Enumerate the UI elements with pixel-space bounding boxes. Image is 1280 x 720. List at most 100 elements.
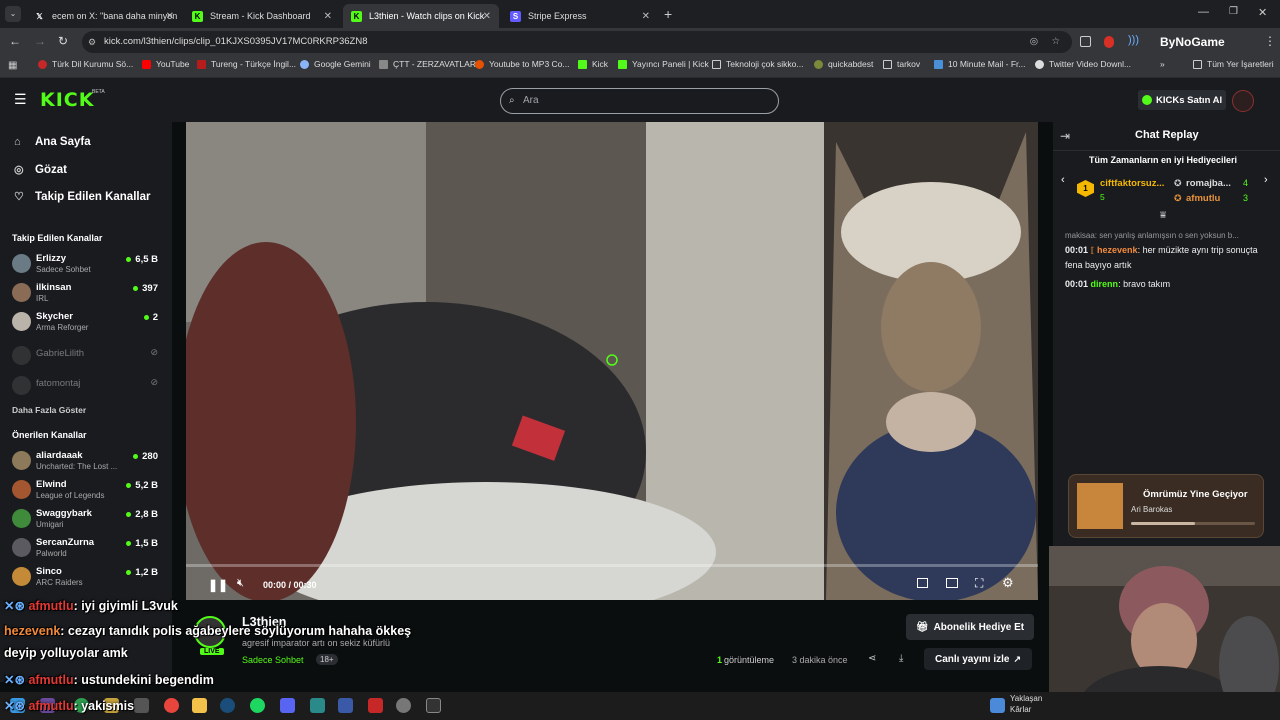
bookmark[interactable]: ÇTT - ZERZAVATLAR (379, 59, 476, 69)
bookmark[interactable]: quickabdest (814, 59, 873, 69)
extension-wave-icon[interactable]: ))) (1128, 34, 1139, 46)
recommended-channel[interactable]: SercanZurna Palworld 1,5 B (12, 536, 162, 562)
bookmark[interactable]: Twitter Video Downl... (1035, 59, 1131, 69)
url-text: kick.com/l3thien/clips/clip_01KJXS0395JV… (104, 36, 368, 47)
new-tab-button[interactable]: + (664, 6, 672, 22)
followed-channel[interactable]: Skycher Arma Reforger 2 (12, 310, 162, 336)
prev-arrow-icon[interactable]: ‹ (1061, 174, 1065, 186)
theater-mode-icon[interactable] (946, 578, 958, 588)
followed-channel[interactable]: Erlizzy Sadece Sohbet 6,5 B (12, 252, 162, 278)
recommended-channel[interactable]: Swaggybark Umigari 2,8 B (12, 507, 162, 533)
close-tab-icon[interactable]: ✕ (483, 11, 491, 22)
tab-kick-clips[interactable]: K L3thien - Watch clips on Kick ✕ (343, 4, 499, 28)
bookmark[interactable]: Tureng - Türkçe İngil... (197, 59, 296, 69)
next-arrow-icon[interactable]: › (1264, 174, 1268, 186)
recommended-channel[interactable]: Elwind League of Legends 5,2 B (12, 478, 162, 504)
gift-sub-button[interactable]: 🎁︎ Abonelik Hediye Et (906, 614, 1034, 640)
taskbar-app-icon[interactable] (396, 698, 411, 713)
close-tab-icon[interactable]: ✕ (324, 11, 332, 22)
clip-icon[interactable] (917, 578, 928, 588)
maximize-button[interactable]: ❐ (1229, 6, 1238, 17)
kick-logo[interactable]: KICK (40, 89, 94, 111)
forward-icon[interactable]: → (34, 34, 46, 48)
pause-icon[interactable]: ❚❚ (208, 578, 228, 592)
watch-live-button[interactable]: Canlı yayını izle ↗ (924, 648, 1032, 670)
all-bookmarks[interactable]: Tüm Yer İşaretleri (1193, 59, 1274, 69)
video-player[interactable]: ❚❚ 🔇︎ 00:00 / 00:30 ⛶ ⚙ (186, 122, 1038, 600)
bookmark-star-icon[interactable]: ☆ (1051, 31, 1060, 53)
close-window-button[interactable]: ✕ (1258, 6, 1267, 19)
gemini-icon (300, 59, 309, 69)
nav-browse[interactable]: ◎ Gözat (14, 163, 67, 177)
acrobat-icon[interactable] (368, 698, 383, 713)
expand-icon[interactable]: ⩸ (1160, 210, 1166, 221)
url-field[interactable]: ⚙ kick.com/l3thien/clips/clip_01KJXS0395… (82, 31, 1072, 53)
site-info-icon[interactable]: ⚙ (88, 31, 96, 53)
user-badge-icon: ⟦ (1090, 246, 1095, 255)
mute-icon[interactable]: 🔇︎ (237, 577, 244, 590)
collapse-chat-icon[interactable]: ⇥ (1060, 129, 1070, 143)
progress-bar[interactable] (186, 564, 1038, 567)
bookmark[interactable]: Google Gemini (300, 59, 371, 69)
chat-username[interactable]: hezevenk (1097, 245, 1138, 255)
bookmark[interactable]: Teknoloji çok sikko... (712, 59, 803, 69)
bookmark[interactable]: Yayıncı Paneli | Kick (618, 59, 709, 69)
overlay-chat-line: ✕⊛ afmutlu: yakismis (4, 699, 135, 713)
tab-stripe[interactable]: S Stripe Express ✕ (502, 4, 658, 28)
hamburger-menu-icon[interactable]: ☰ (14, 91, 27, 108)
apps-icon[interactable]: ▦ (8, 60, 17, 71)
bookmark[interactable]: Youtube to MP3 Co... (475, 59, 570, 69)
recommended-channel[interactable]: aliardaaak Uncharted: The Lost ... 280 (12, 449, 162, 475)
user-avatar[interactable] (1232, 90, 1254, 112)
profile-badge[interactable]: ByNoGame (1160, 35, 1225, 49)
download-icon[interactable]: ⤓ (899, 653, 903, 664)
minimize-button[interactable]: — (1198, 6, 1209, 18)
spotify-icon[interactable] (250, 698, 265, 713)
nav-following[interactable]: ♡ Takip Edilen Kanallar (14, 190, 150, 204)
file-explorer-icon[interactable] (192, 698, 207, 713)
nav-home[interactable]: ⌂ Ana Sayfa (14, 136, 91, 148)
followed-channel-offline[interactable]: fatomontaj ⊘ (12, 374, 162, 400)
taskbar-app-icon[interactable] (310, 698, 325, 713)
weather-icon[interactable] (990, 698, 1005, 713)
bookmark[interactable]: YouTube (142, 59, 189, 69)
taskbar-app-icon[interactable] (338, 698, 353, 713)
tab-twitter[interactable]: 𝕏 ecem on X: "bana daha minyon ✕ (26, 4, 182, 28)
taskbar-app-icon[interactable] (134, 698, 149, 713)
chat-username[interactable]: direnn (1091, 279, 1119, 289)
search-placeholder: Ara (523, 95, 539, 106)
bookmarks-more[interactable]: » (1160, 59, 1165, 69)
back-icon[interactable]: ← (9, 34, 21, 48)
followed-channel[interactable]: ilkinsan IRL 397 (12, 281, 162, 307)
settings-icon[interactable]: ⚙ (1002, 575, 1014, 591)
share-icon[interactable]: ⋖ (868, 653, 876, 664)
bookmark[interactable]: Kick (578, 59, 608, 69)
bookmark[interactable]: 10 Minute Mail - Fr... (934, 59, 1025, 69)
recommended-channel[interactable]: Sinco ARC Raiders 1,2 B (12, 565, 162, 591)
bookmark[interactable]: Türk Dil Kurumu Sö... (38, 59, 133, 69)
category-link[interactable]: Sadece Sohbet (242, 655, 304, 665)
external-link-icon: ↗ (1013, 653, 1022, 664)
show-more-link[interactable]: Daha Fazla Göster (12, 405, 86, 415)
fullscreen-icon[interactable]: ⛶ (975, 576, 983, 591)
menu-icon[interactable]: ⋮ (1264, 34, 1276, 48)
close-tab-icon[interactable]: ✕ (642, 11, 650, 22)
followed-channel-offline[interactable]: GabrieLilith ⊘ (12, 344, 162, 370)
bookmark[interactable]: tarkov (883, 59, 920, 69)
extension-icon[interactable] (1080, 36, 1091, 47)
recommended-section-title: Önerilen Kanallar (12, 430, 87, 440)
tab-list-button[interactable]: ⌄ (5, 6, 21, 22)
steam-icon[interactable] (220, 698, 235, 713)
hide-icon[interactable]: ◎ (1030, 31, 1038, 53)
viewer-count: 6,5 B (126, 254, 158, 265)
terminal-icon[interactable] (426, 698, 441, 713)
tab-kick-dashboard[interactable]: K Stream - Kick Dashboard ✕ (184, 4, 340, 28)
discord-icon[interactable] (280, 698, 295, 713)
chrome-icon[interactable] (164, 698, 179, 713)
search-input[interactable]: ⌕ Ara (500, 88, 779, 114)
buy-kicks-button[interactable]: KICKs Satın Al (1138, 90, 1226, 110)
extension-red-icon[interactable] (1104, 36, 1114, 48)
reload-icon[interactable]: ↻ (58, 34, 68, 48)
close-tab-icon[interactable]: ✕ (166, 11, 174, 22)
site-header: ☰ KICK BETA ⌕ Ara KICKs Satın Al (0, 78, 1280, 122)
